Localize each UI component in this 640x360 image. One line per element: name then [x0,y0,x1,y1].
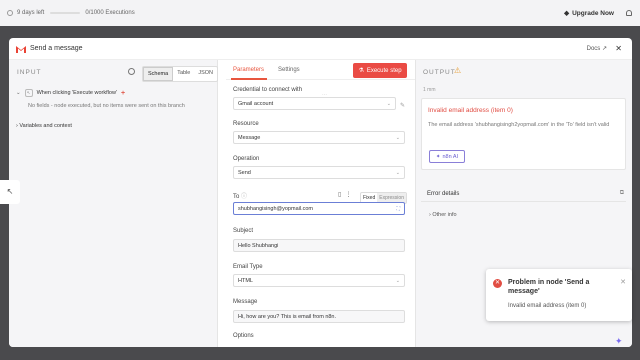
trigger-label: When clicking 'Execute workflow' [36,90,117,96]
variables-label: Variables and context [19,123,72,129]
clock-icon [7,10,13,16]
flask-icon: ⚗ [358,68,364,74]
chevron-right-icon: › [16,123,18,129]
chevron-down-icon: ⌄ [395,169,400,176]
message-value: Hi, how are you? This is email from n8n. [238,313,337,320]
copy-icon[interactable]: ⧉ [620,190,624,197]
credential-select[interactable]: Gmail account ⌄ [233,97,396,110]
trigger-node-row[interactable]: ⌄ ↖ When clicking 'Execute workflow' + [16,89,125,97]
other-info-label: Other info [432,212,457,218]
external-link-icon: ↗ [601,46,607,52]
resource-label: Resource [233,121,259,127]
tab-table[interactable]: Table [173,67,194,81]
parameters-panel: Parameters Settings ⚗ Execute step Creden… [226,60,415,347]
subject-input[interactable]: Hello Shubhangi [233,239,405,252]
bell-icon[interactable] [626,10,632,16]
param-tabs: Parameters Settings ⚗ Execute step [226,60,415,80]
email-type-value: HTML [238,277,253,284]
email-type-label: Email Type [233,264,263,270]
pencil-icon[interactable]: ✎ [400,102,405,109]
to-field-icons: ▯⋮ [338,191,355,198]
ask-ai-label: n8n AI [442,153,459,160]
execute-label: Execute step [366,67,402,74]
cursor-tool-icon[interactable]: ↖ [0,180,20,204]
input-panel: INPUT Schema Table JSON ⌄ ↖ When clickin… [9,60,219,347]
upgrade-button[interactable]: ◆ Upgrade Now [564,9,614,18]
warning-icon: ⚠ [454,66,462,75]
execute-step-button[interactable]: ⚗ Execute step [353,63,407,78]
other-info-row[interactable]: › Other info [429,212,457,218]
operation-value: Send [238,169,251,176]
chevron-down-icon: ⌄ [395,134,400,141]
email-type-select[interactable]: HTML ⌄ [233,274,405,287]
modal-header: Send a message Docs ↗ ✕ [9,38,632,60]
more-icon[interactable]: ⋮ [345,192,355,198]
error-details-label: Error details [427,191,460,197]
execution-time: 1 mm [423,87,436,93]
drag-handle-icon[interactable]: ⋯ [322,92,327,98]
output-label: OUTPUT [423,69,456,76]
options-label: Options [233,333,254,339]
variables-context-row[interactable]: › Variables and context [16,123,72,129]
credential-label: Credential to connect with [233,87,303,93]
chevron-down-icon[interactable]: ⌄ [16,90,21,96]
tab-settings[interactable]: Settings [278,67,300,73]
tab-json[interactable]: JSON [194,67,217,81]
to-value: shubhangisingh@yopmail.com [238,205,313,212]
to-label-text: To [233,194,240,200]
diamond-icon: ◆ [564,10,570,17]
executions-progress [50,12,81,14]
error-icon: ✕ [493,279,502,288]
to-label: To ⓘ [233,191,247,200]
error-toast: ✕ Problem in node 'Send a message' Inval… [486,269,632,321]
info-icon: ⓘ [241,194,248,200]
message-label: Message [233,299,258,305]
view-switch: Schema Table JSON [142,66,219,82]
operation-label: Operation [233,156,260,162]
subject-value: Hello Shubhangi [238,242,279,249]
chevron-down-icon: ⌄ [386,100,391,107]
tab-schema[interactable]: Schema [143,67,174,81]
resource-value: Message [238,134,261,141]
error-box: Invalid email address (item 0) The email… [421,98,626,170]
close-icon[interactable]: ✕ [615,44,622,53]
error-description: The email address 'shubhangisingh2yopmai… [428,122,610,128]
no-fields-message: No fields - node executed, but no items … [28,103,185,109]
to-input[interactable]: shubhangisingh@yopmail.com ⛶ [233,202,405,215]
error-details-header: Error details ⧉ [421,188,626,202]
docs-label: Docs [586,46,601,52]
input-label: INPUT [17,69,42,76]
chevron-down-icon: ⌄ [395,277,400,284]
credential-value: Gmail account [238,100,274,107]
plus-icon[interactable]: + [121,90,125,97]
close-icon[interactable]: ✕ [620,278,626,286]
error-title: Invalid email address (item 0) [428,107,513,114]
sparkle-icon: ✦ [435,153,441,160]
top-bar: 9 days left 0/1000 Executions ◆ Upgrade N… [0,0,640,26]
cursor-click-icon: ↖ [24,89,33,97]
message-input[interactable]: Hi, how are you? This is email from n8n. [233,310,405,323]
resource-select[interactable]: Message ⌄ [233,131,405,144]
search-icon[interactable] [128,68,135,75]
toast-message: Invalid email address (item 0) [508,303,587,309]
active-tab-underline [231,78,267,80]
executions-count: 0/1000 Executions [85,10,135,16]
gmail-icon [16,45,26,53]
toast-title: Problem in node 'Send a message' [508,279,590,295]
sparkle-icon[interactable]: ✦ [615,336,627,348]
subject-label: Subject [233,228,254,234]
expand-icon[interactable]: ⛶ [396,206,400,212]
modal-title: Send a message [30,45,83,52]
ask-ai-button[interactable]: ✦ n8n AI [429,150,465,163]
trial-days-left: 9 days left [17,10,45,16]
chevron-right-icon: › [429,212,431,218]
tab-parameters[interactable]: Parameters [233,67,264,73]
operation-select[interactable]: Send ⌄ [233,166,405,179]
docs-link[interactable]: Docs ↗ [587,45,607,52]
upgrade-label: Upgrade Now [572,9,614,17]
